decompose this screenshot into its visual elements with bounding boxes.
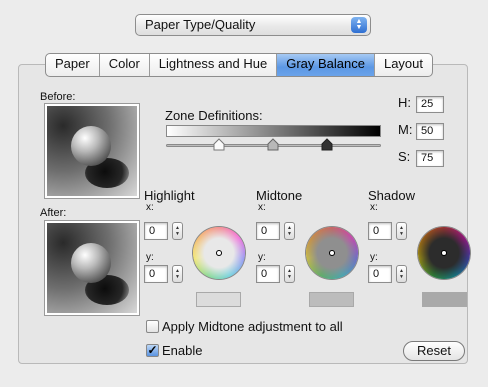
midtone-y-field[interactable]: 0 — [256, 265, 280, 283]
midtone-color-wheel[interactable] — [306, 227, 358, 279]
zone-definitions-label: Zone Definitions: — [165, 108, 263, 123]
h-field[interactable]: 25 — [416, 96, 444, 113]
zone-gradient-bar — [166, 125, 381, 137]
highlight-color-wheel[interactable] — [193, 227, 245, 279]
color-wheel-handle[interactable] — [330, 251, 334, 255]
slider-knob-icon[interactable] — [266, 138, 280, 151]
highlight-x-field[interactable]: 0 — [144, 222, 168, 240]
tab-paper[interactable]: Paper — [46, 54, 100, 76]
highlight-y-label: y: — [146, 252, 154, 263]
reset-button[interactable]: Reset — [403, 341, 465, 361]
stepper-arrows-icon[interactable]: ▲ ▼ — [284, 265, 295, 283]
stepper-arrows-icon[interactable]: ▲ ▼ — [284, 222, 295, 240]
apply-midtone-label: Apply Midtone adjustment to all — [162, 319, 343, 334]
s-label: S: — [398, 149, 411, 164]
stepper-arrows-icon[interactable]: ▲ ▼ — [396, 222, 407, 240]
shadow-color-swatch — [422, 292, 467, 307]
after-preview-image — [44, 220, 140, 316]
after-label: After: — [40, 207, 67, 219]
paper-type-popup[interactable]: Paper Type/Quality ▲ ▼ — [135, 14, 371, 36]
tab-bar: Paper Color Lightness and Hue Gray Balan… — [45, 53, 434, 77]
m-label: M: — [398, 122, 413, 137]
shadow-title: Shadow — [368, 188, 415, 203]
tab-gray-balance[interactable]: Gray Balance — [277, 54, 375, 76]
stepper-arrows-icon[interactable]: ▲ ▼ — [396, 265, 407, 283]
midtone-y-label: y: — [258, 252, 266, 263]
shadow-y-label: y: — [370, 252, 378, 263]
shadow-color-wheel[interactable] — [418, 227, 470, 279]
midtone-title: Midtone — [256, 188, 303, 203]
highlight-y-field[interactable]: 0 — [144, 265, 168, 283]
paper-type-popup-value: Paper Type/Quality — [145, 17, 256, 32]
apply-midtone-checkbox[interactable] — [146, 320, 159, 333]
slider-knob-icon[interactable] — [320, 138, 334, 151]
enable-label: Enable — [162, 343, 203, 358]
midtone-x-field[interactable]: 0 — [256, 222, 280, 240]
s-field[interactable]: 75 — [416, 150, 444, 167]
midtone-color-swatch — [309, 292, 354, 307]
stepper-arrows-icon[interactable]: ▲ ▼ — [172, 265, 183, 283]
shadow-x-label: x: — [370, 202, 378, 213]
h-label: H: — [398, 95, 411, 110]
tab-color[interactable]: Color — [100, 54, 150, 76]
highlight-title: Highlight — [144, 188, 195, 203]
m-field[interactable]: 50 — [416, 123, 444, 140]
highlight-x-label: x: — [146, 202, 154, 213]
before-preview-image — [44, 103, 140, 199]
before-label: Before: — [40, 91, 76, 103]
updown-arrows-icon: ▲ ▼ — [351, 17, 367, 33]
slider-knob-icon[interactable] — [212, 138, 226, 151]
shadow-y-field[interactable]: 0 — [368, 265, 392, 283]
highlight-color-swatch — [196, 292, 241, 307]
color-wheel-handle[interactable] — [442, 251, 446, 255]
shadow-x-field[interactable]: 0 — [368, 222, 392, 240]
tab-lightness-and-hue[interactable]: Lightness and Hue — [150, 54, 278, 76]
stepper-arrows-icon[interactable]: ▲ ▼ — [172, 222, 183, 240]
midtone-x-label: x: — [258, 202, 266, 213]
color-wheel-handle[interactable] — [217, 251, 221, 255]
enable-checkbox[interactable]: ✓ — [146, 344, 159, 357]
tab-layout[interactable]: Layout — [375, 54, 432, 76]
